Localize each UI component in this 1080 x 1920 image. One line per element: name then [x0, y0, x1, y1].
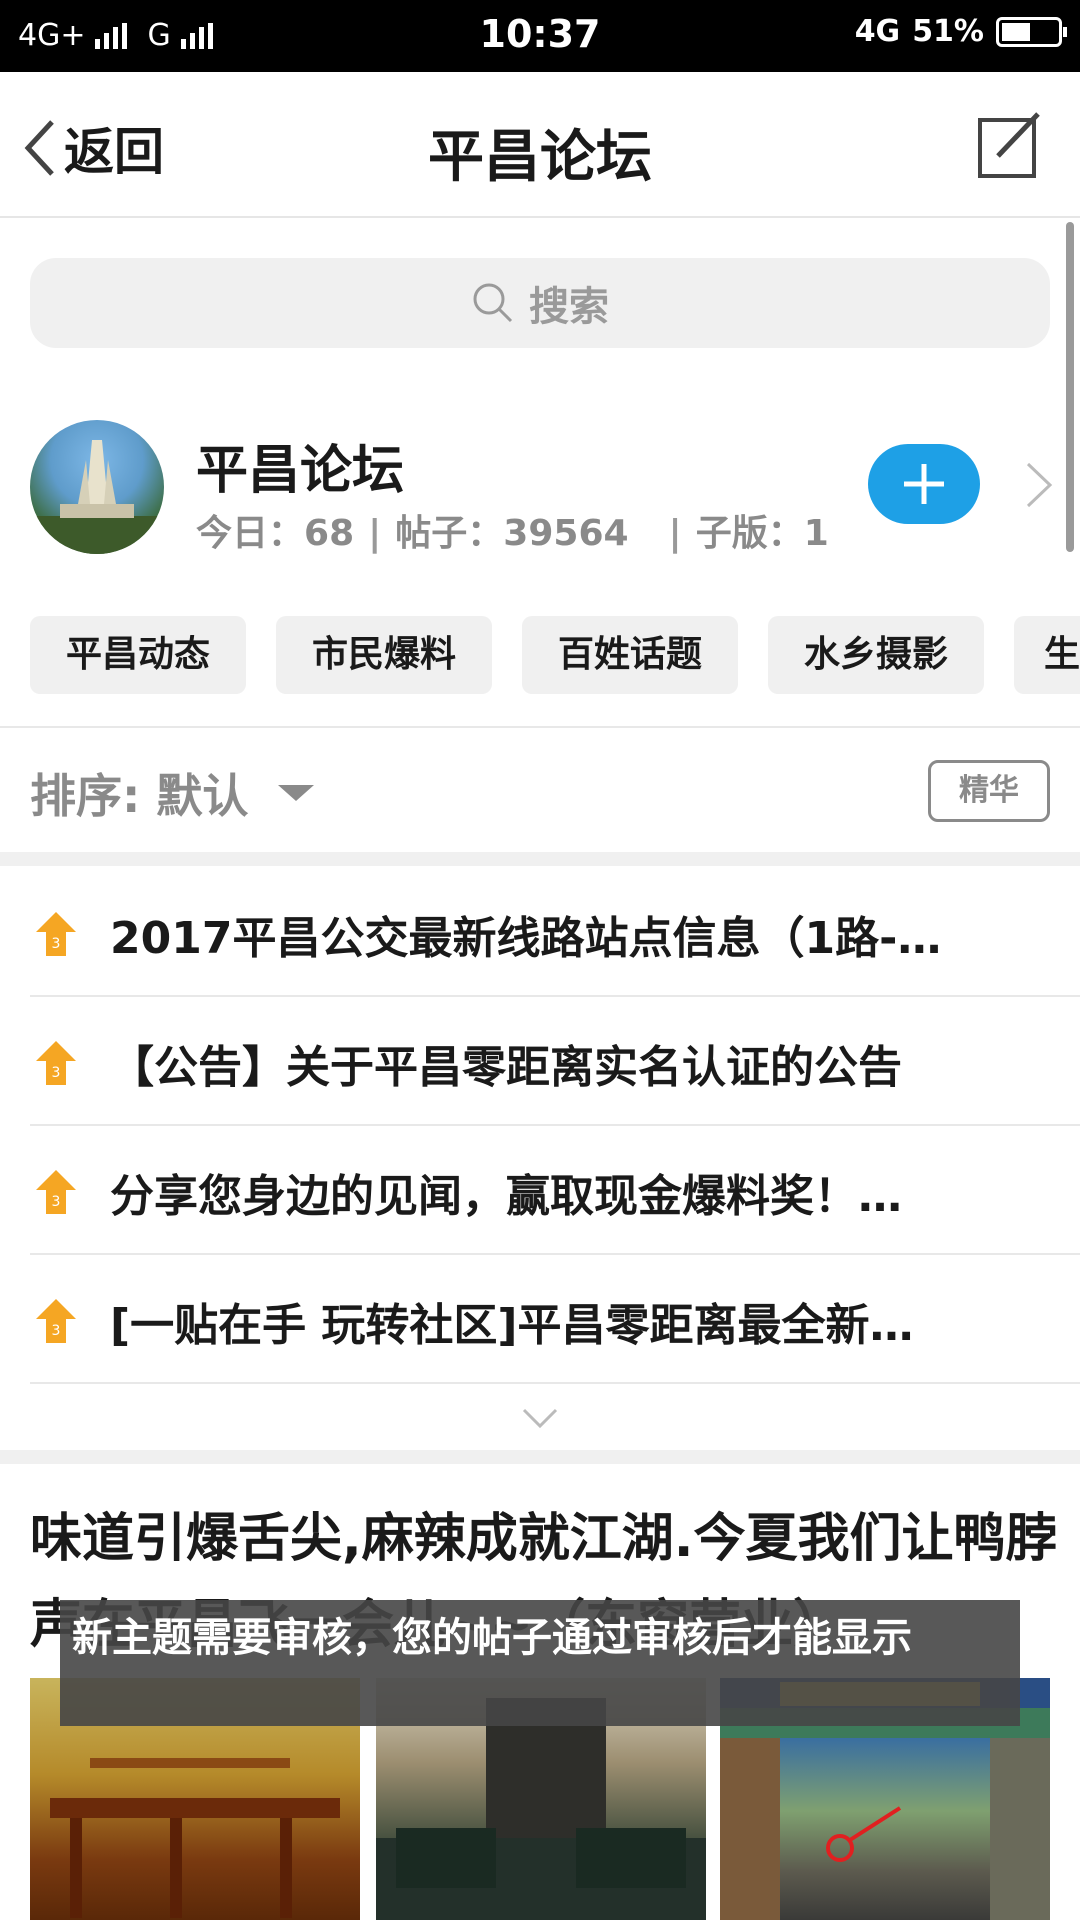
today-count: 68	[304, 513, 355, 554]
pinned-item[interactable]: 3 【公告】关于平昌零距离实名认证的公告	[30, 997, 1080, 1126]
digest-filter-button[interactable]: 精华	[928, 760, 1050, 822]
today-label: 今日：	[196, 513, 305, 554]
search-icon	[473, 283, 513, 323]
sort-label: 排序: 默认	[30, 769, 249, 823]
chevron-right-icon[interactable]	[1024, 460, 1054, 510]
category-tab[interactable]: 市民爆料	[276, 616, 492, 694]
sub-label: 子版：	[695, 513, 804, 554]
forum-stats: 今日：68 | 帖子：39564 | 子版：1	[196, 513, 829, 554]
battery-percent: 51%	[912, 14, 984, 49]
posts-label: 帖子：	[395, 513, 504, 554]
network-indicator-3: 4G	[854, 14, 901, 49]
svg-text:3: 3	[52, 936, 61, 952]
pinned-title: 2017平昌公交最新线路站点信息（1路-…	[110, 913, 942, 964]
category-tab[interactable]: 百姓话题	[522, 616, 738, 694]
pinned-item[interactable]: 3 2017平昌公交最新线路站点信息（1路-…	[30, 868, 1080, 997]
navigation-bar: 返回 平昌论坛	[0, 72, 1080, 218]
pinned-item[interactable]: 3 [一贴在手 玩转社区]平昌零距离最全新…	[30, 1255, 1080, 1384]
review-toast: 新主题需要审核，您的帖子通过审核后才能显示	[60, 1600, 1020, 1726]
forum-header[interactable]: 平昌论坛 今日：68 | 帖子：39564 | 子版：1	[30, 420, 1070, 560]
pin-top-icon: 3	[36, 1299, 76, 1343]
pinned-item[interactable]: 3 分享您身边的见闻，赢取现金爆料奖！…	[30, 1126, 1080, 1255]
battery-icon	[996, 16, 1067, 47]
page-title: 平昌论坛	[428, 125, 652, 190]
pin-top-icon: 3	[36, 1170, 76, 1214]
category-tab[interactable]: 生	[1014, 616, 1080, 694]
category-tab[interactable]: 平昌动态	[30, 616, 246, 694]
pinned-title: 分享您身边的见闻，赢取现金爆料奖！…	[110, 1171, 902, 1222]
pin-top-icon: 3	[36, 912, 76, 956]
status-bar: 4G+ G 10:37 4G 51%	[0, 0, 1080, 72]
follow-button[interactable]	[868, 444, 980, 524]
posts-count: 39564	[503, 513, 629, 554]
category-tabs: 平昌动态 市民爆料 百姓话题 水乡摄影生	[30, 616, 1080, 694]
svg-text:3: 3	[52, 1194, 61, 1210]
pinned-title: 【公告】关于平昌零距离实名认证的公告	[110, 1042, 902, 1093]
category-tab[interactable]: 水乡摄影	[768, 616, 984, 694]
svg-text:3: 3	[52, 1065, 61, 1081]
forum-avatar	[30, 420, 164, 554]
triangle-down-icon	[278, 785, 315, 801]
compose-icon[interactable]	[976, 110, 1042, 180]
search-bar[interactable]: 搜索	[30, 258, 1050, 348]
pin-top-icon: 3	[36, 1041, 76, 1085]
divider	[0, 726, 1080, 728]
search-placeholder: 搜索	[529, 284, 609, 330]
svg-text:3: 3	[52, 1323, 61, 1339]
forum-name: 平昌论坛	[196, 441, 405, 501]
pinned-list: 3 2017平昌公交最新线路站点信息（1路-… 3 【公告】关于平昌零距离实名认…	[0, 868, 1080, 1384]
pinned-title: [一贴在手 玩转社区]平昌零距离最全新…	[110, 1300, 914, 1351]
sort-dropdown[interactable]: 排序: 默认	[30, 760, 315, 826]
chevron-down-icon[interactable]	[520, 1406, 560, 1430]
sub-count: 1	[803, 513, 829, 554]
section-separator	[0, 1450, 1080, 1464]
section-separator	[0, 852, 1080, 866]
plus-icon	[904, 464, 944, 504]
